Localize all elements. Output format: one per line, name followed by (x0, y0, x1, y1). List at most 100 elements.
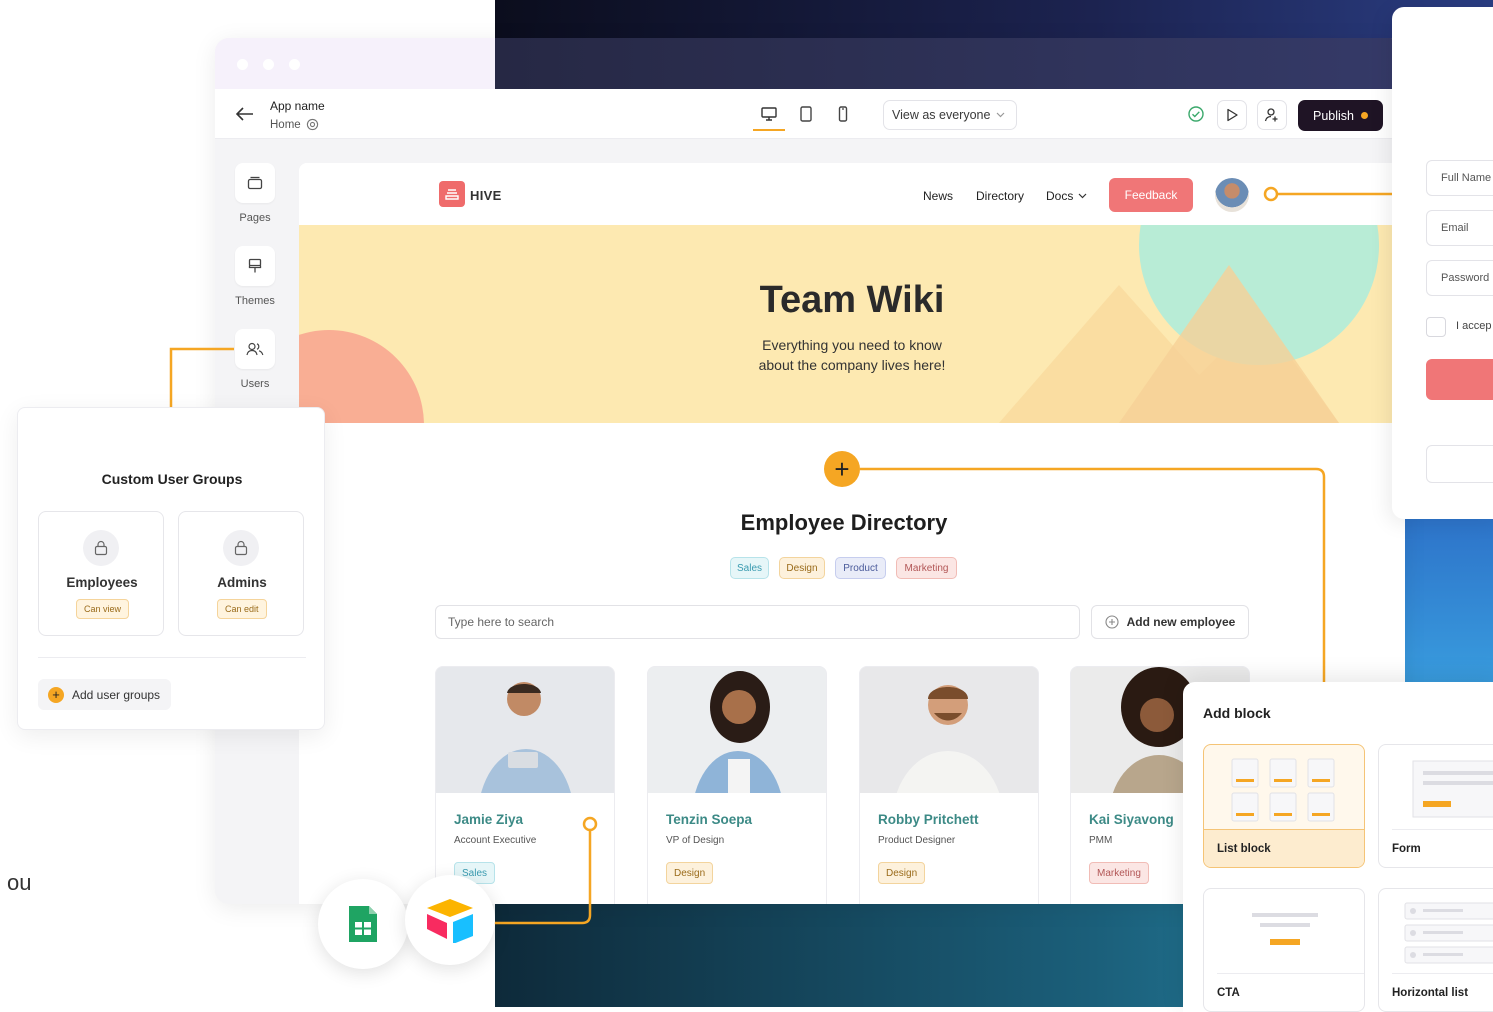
nav-link-docs[interactable]: Docs (1046, 189, 1087, 203)
app-name: App name (270, 99, 325, 113)
nav-link-directory[interactable]: Directory (976, 189, 1024, 203)
employee-photo (860, 667, 1038, 793)
block-option-list[interactable]: List block (1203, 744, 1365, 868)
sidebar-item-themes[interactable]: Themes (233, 246, 277, 307)
submit-button[interactable] (1426, 359, 1493, 400)
accept-label: I accep (1456, 320, 1492, 332)
user-groups-panel: Custom User Groups Employees Can view Ad… (17, 407, 325, 730)
avatar[interactable] (1215, 178, 1249, 212)
check-circle-icon[interactable] (1182, 100, 1210, 128)
full-name-field[interactable]: Full Name (1426, 160, 1493, 196)
search-input[interactable]: Type here to search (435, 605, 1080, 639)
site-logo-text: HIVE (470, 188, 502, 203)
window-dot (237, 59, 248, 70)
desktop-view-icon[interactable] (755, 100, 783, 128)
employee-name: Kai Siyavong (1089, 812, 1174, 827)
employee-role: Product Designer (878, 835, 956, 846)
publish-label: Publish (1313, 108, 1354, 123)
window-dot (289, 59, 300, 70)
play-icon (1227, 108, 1238, 122)
block-label: Horizontal list (1392, 973, 1493, 1011)
block-label: List block (1204, 829, 1364, 867)
backdrop-right (1395, 500, 1493, 700)
lock-icon (223, 530, 259, 566)
users-icon (235, 329, 275, 369)
hero-banner: Team Wiki Everything you need to know ab… (299, 225, 1405, 423)
group-card-employees[interactable]: Employees Can view (38, 511, 164, 636)
employee-role: VP of Design (666, 835, 725, 846)
pages-icon (235, 163, 275, 203)
panel-title: Custom User Groups (101, 471, 243, 487)
sidebar-item-users[interactable]: Users (233, 329, 277, 390)
employee-card[interactable]: Tenzin Soepa VP of Design Design (647, 666, 827, 904)
google-sheets-icon[interactable] (318, 879, 408, 969)
employee-name: Jamie Ziya (454, 812, 524, 827)
cta-block-preview-icon (1252, 913, 1318, 945)
add-block-panel: Add block List block Form CTA Horizontal… (1183, 682, 1493, 1012)
publish-button[interactable]: Publish (1298, 100, 1383, 131)
mobile-view-icon[interactable] (829, 100, 857, 128)
employee-card[interactable]: Jamie Ziya Account Executive Sales (435, 666, 615, 904)
tablet-view-icon[interactable] (792, 100, 820, 128)
accept-checkbox[interactable] (1426, 317, 1446, 337)
view-as-label: View as everyone (892, 108, 991, 122)
plus-circle-icon (1105, 615, 1119, 629)
employee-tag: Design (878, 862, 926, 884)
add-block-plus-icon[interactable]: + (824, 451, 860, 487)
sidebar-item-label: Pages (239, 212, 271, 224)
employee-card[interactable]: Robby Pritchett Product Designer Design (859, 666, 1039, 904)
list-block-preview-icon (1231, 758, 1335, 822)
sidebar-item-pages[interactable]: Pages (233, 163, 277, 224)
share-button[interactable] (1257, 100, 1287, 130)
filter-chip-design[interactable]: Design (779, 557, 825, 579)
employee-name: Tenzin Soepa (666, 812, 753, 827)
group-name: Employees (66, 575, 138, 590)
preview-button[interactable] (1217, 100, 1247, 130)
block-label: Form (1392, 829, 1493, 867)
add-user-groups-button[interactable]: + Add user groups (38, 679, 171, 710)
add-employee-label: Add new employee (1126, 615, 1236, 629)
page-name: Home (270, 118, 301, 131)
panel-title: Add block (1203, 705, 1271, 721)
airtable-icon[interactable] (405, 875, 495, 965)
signup-form-panel: Full Name Email Password I accep (1392, 7, 1493, 519)
secondary-button[interactable] (1426, 445, 1493, 483)
chevron-down-icon (997, 112, 1005, 118)
block-option-cta[interactable]: CTA (1203, 888, 1365, 1012)
form-block-preview-icon (1412, 760, 1493, 818)
site-navbar: HIVE News Directory Docs Feedback (299, 163, 1405, 225)
view-as-select[interactable]: View as everyone (883, 100, 1017, 130)
employee-photo (648, 667, 826, 793)
sidebar-item-label: Users (240, 378, 270, 390)
nav-docs-label: Docs (1046, 189, 1074, 203)
window-dot (263, 59, 274, 70)
group-name: Admins (217, 575, 267, 590)
hero-title: Team Wiki (759, 279, 945, 321)
password-field[interactable]: Password (1426, 260, 1493, 296)
active-view-indicator (753, 129, 785, 131)
email-field[interactable]: Email (1426, 210, 1493, 246)
filter-chip-sales[interactable]: Sales (730, 557, 769, 579)
window-chrome-dark (495, 38, 1405, 89)
hero-decoration (299, 225, 1379, 423)
chevron-down-icon (1078, 193, 1087, 199)
hive-logo-icon (439, 181, 465, 207)
settings-icon (306, 118, 318, 131)
block-option-form[interactable]: Form (1378, 744, 1493, 868)
block-option-horizontal-list[interactable]: Horizontal list (1378, 888, 1493, 1012)
back-arrow-icon[interactable] (231, 100, 259, 128)
employee-photo (436, 667, 614, 793)
filter-chip-product[interactable]: Product (835, 557, 886, 579)
horizontal-list-preview-icon (1404, 902, 1493, 964)
add-user-groups-label: Add user groups (72, 687, 161, 702)
add-employee-button[interactable]: Add new employee (1091, 605, 1249, 639)
employee-role: PMM (1089, 835, 1113, 846)
group-card-admins[interactable]: Admins Can edit (178, 511, 304, 636)
page-selector[interactable]: Home (270, 118, 319, 131)
employee-tag: Marketing (1089, 862, 1149, 884)
builder-topbar: App name Home View as everyone Publish (215, 89, 1405, 139)
filter-chip-marketing[interactable]: Marketing (896, 557, 957, 579)
feedback-button[interactable]: Feedback (1109, 178, 1193, 212)
divider (38, 657, 306, 658)
nav-link-news[interactable]: News (923, 189, 953, 203)
